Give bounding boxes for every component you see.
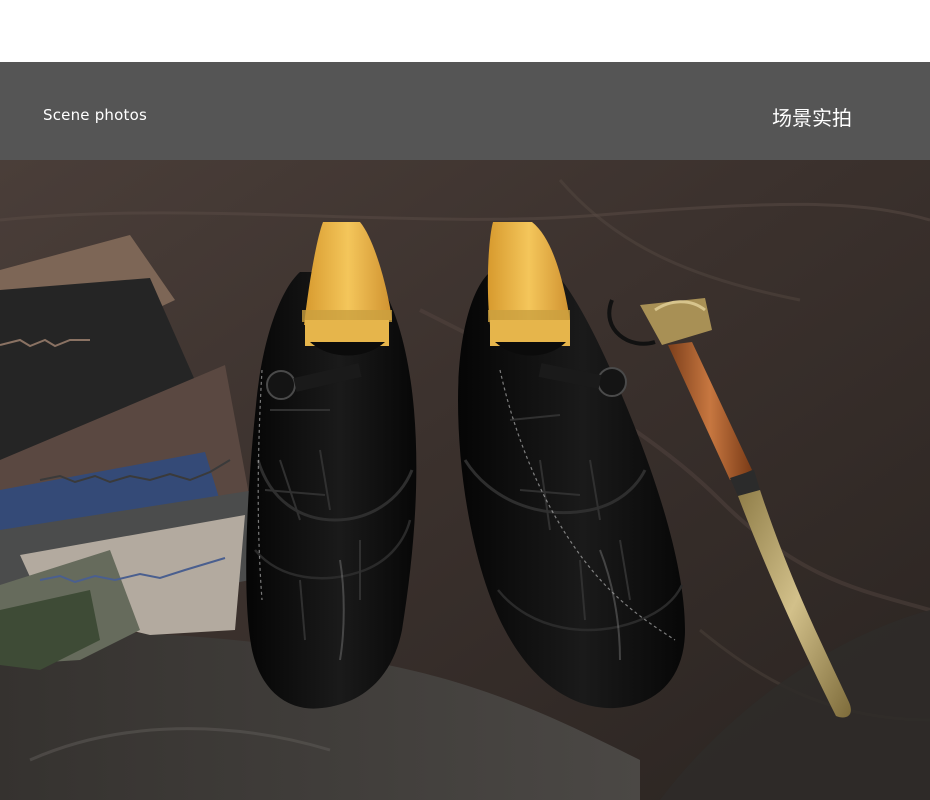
section-header-bar: Scene photos 场景实拍 — [0, 62, 930, 160]
scene-photo — [0, 160, 930, 800]
section-title-chinese: 场景实拍 — [772, 106, 852, 130]
top-whitespace — [0, 0, 930, 62]
scene-illustration — [0, 160, 930, 800]
section-title-english: Scene photos — [43, 106, 147, 124]
